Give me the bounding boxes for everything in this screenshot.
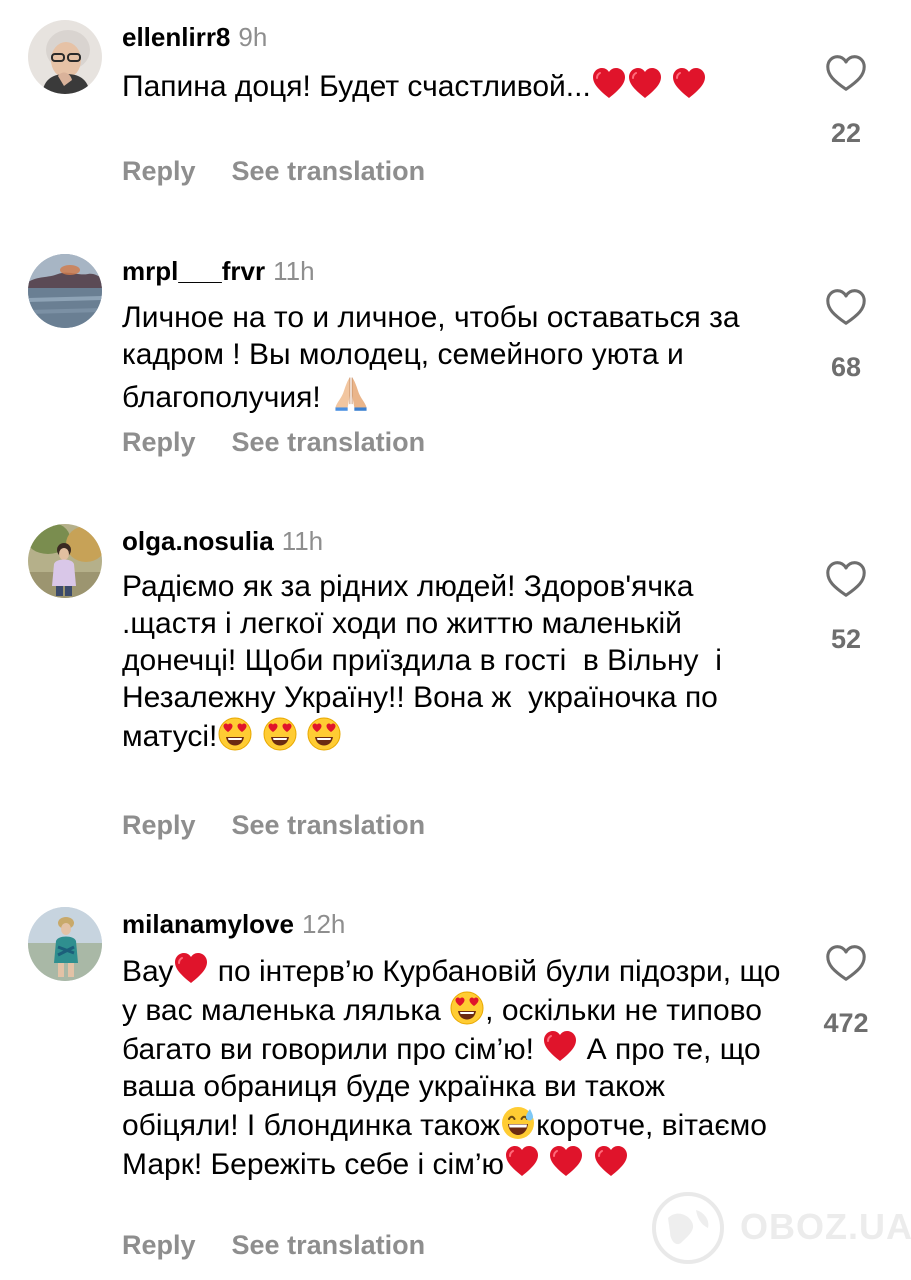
- comment-time: 11h: [281, 526, 324, 556]
- like-count: 472: [823, 1008, 869, 1038]
- like-count: 22: [830, 118, 862, 148]
- red-heart-emoji: [627, 66, 663, 102]
- red-heart-emoji: [504, 1144, 540, 1180]
- heart-outline-icon[interactable]: [823, 556, 869, 602]
- globe-logo-icon: [652, 1192, 724, 1264]
- folded-hands-emoji: [329, 373, 373, 413]
- avatar[interactable]: [28, 524, 102, 598]
- comment-text-part: Папина доця! Будет счастливой...: [122, 70, 591, 103]
- comment-text-part: Вау: [122, 955, 174, 988]
- like-count: 52: [830, 624, 862, 654]
- avatar[interactable]: [28, 20, 102, 94]
- red-heart-emoji: [593, 1144, 629, 1180]
- watermark-text: OBOZ.UA: [740, 1206, 911, 1247]
- reply-button[interactable]: Reply: [122, 1230, 196, 1260]
- watermark: OBOZ.UA: [648, 1188, 911, 1268]
- see-translation-button[interactable]: See translation: [232, 427, 426, 457]
- red-heart-emoji: [542, 1029, 578, 1065]
- heart-eyes-emoji: [262, 716, 298, 752]
- comment-time: 11h: [273, 256, 315, 286]
- heart-outline-icon[interactable]: [823, 940, 869, 986]
- avatar[interactable]: [28, 907, 102, 981]
- reply-button[interactable]: Reply: [122, 427, 196, 457]
- reply-button[interactable]: Reply: [122, 156, 196, 186]
- comment-text: Радіємо як за рідних людей! Здоров'ячка …: [122, 568, 792, 755]
- username[interactable]: mrpl___frvr: [122, 256, 265, 286]
- see-translation-button[interactable]: See translation: [232, 1230, 426, 1260]
- comment-text: Вау по інтерв’ю Курбановій були підозри,…: [122, 951, 787, 1183]
- reply-button[interactable]: Reply: [122, 810, 196, 840]
- like-control: 472: [806, 940, 886, 1038]
- username[interactable]: milanamylove: [122, 909, 294, 939]
- comment-time: 12h: [301, 909, 346, 939]
- see-translation-button[interactable]: See translation: [232, 156, 426, 186]
- red-heart-emoji: [548, 1144, 584, 1180]
- like-control: 52: [806, 556, 886, 654]
- comment-text-part: Радіємо як за рідних людей! Здоров'ячка …: [122, 570, 731, 753]
- like-control: 68: [806, 284, 886, 382]
- like-count: 68: [830, 352, 862, 382]
- username[interactable]: ellenlirr8: [122, 22, 230, 52]
- like-control: 22: [806, 50, 886, 148]
- comment-time: 9h: [238, 22, 268, 52]
- heart-eyes-emoji: [449, 990, 485, 1026]
- heart-outline-icon[interactable]: [823, 50, 869, 96]
- heart-outline-icon[interactable]: [823, 284, 869, 330]
- see-translation-button[interactable]: See translation: [232, 810, 426, 840]
- heart-eyes-emoji: [217, 716, 253, 752]
- red-heart-emoji: [591, 66, 627, 102]
- avatar[interactable]: [28, 254, 102, 328]
- comment-text-part: Личное на то и личное, чтобы оставаться …: [122, 301, 748, 414]
- red-heart-emoji: [671, 66, 707, 102]
- comment-text: Личное на то и личное, чтобы оставаться …: [122, 299, 782, 416]
- grinning-sweat-emoji: [500, 1105, 536, 1141]
- heart-eyes-emoji: [306, 716, 342, 752]
- username[interactable]: olga.nosulia: [122, 526, 274, 556]
- red-heart-emoji: [173, 951, 209, 987]
- comment-text: Папина доця! Будет счастливой...: [122, 66, 782, 105]
